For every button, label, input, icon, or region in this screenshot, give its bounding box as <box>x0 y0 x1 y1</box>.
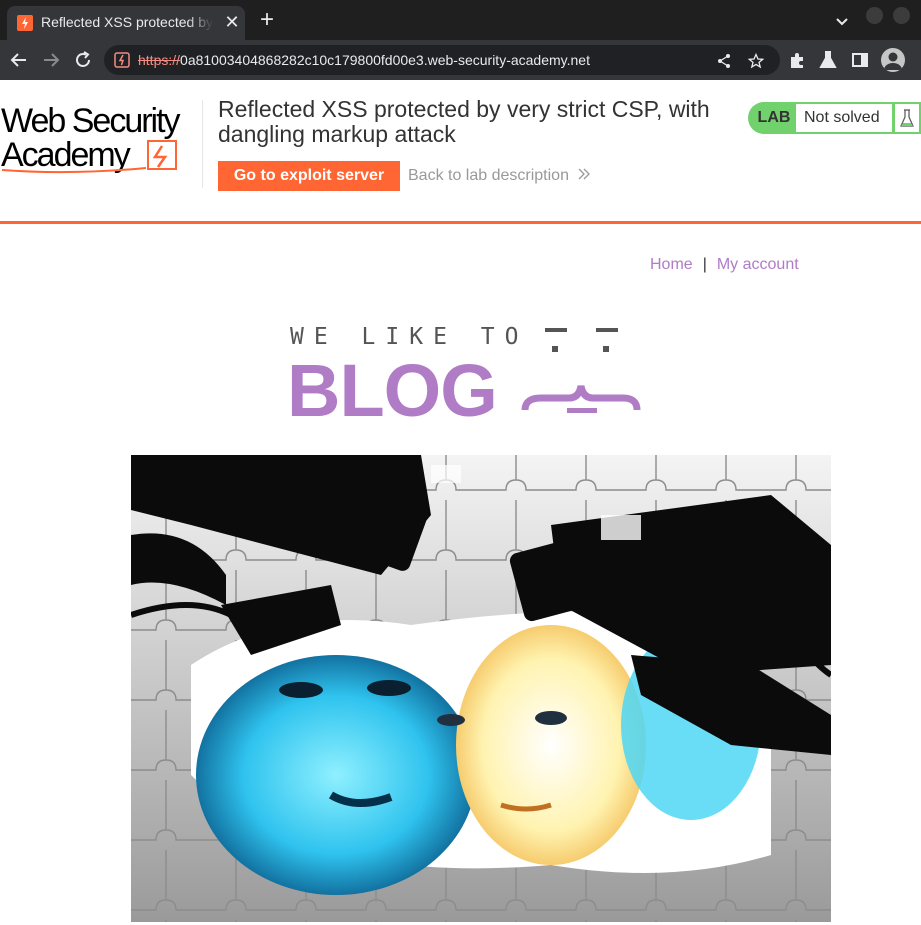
go-to-exploit-server-button[interactable]: Go to exploit server <box>218 161 400 191</box>
lab-flask-icon[interactable] <box>818 50 838 70</box>
back-to-lab-description-link[interactable]: Back to lab description <box>408 167 591 185</box>
blog-hero-image[interactable] <box>131 455 831 922</box>
my-account-link[interactable]: My account <box>717 256 799 273</box>
browser-tabstrip: Reflected XSS protected by very strict C… <box>0 0 921 40</box>
lab-status-text: Not solved <box>796 102 894 134</box>
tab-close-icon[interactable]: ✕ <box>223 13 241 31</box>
lab-header: Web Security Academy Reflected XSS prote… <box>0 80 921 224</box>
lab-status-widget: LAB Not solved <box>748 102 921 134</box>
side-panel-icon[interactable] <box>850 50 870 70</box>
flask-icon <box>894 102 921 134</box>
bookmark-star-icon[interactable] <box>748 53 764 69</box>
lightning-favicon-icon <box>17 15 33 31</box>
url-scheme: https:// <box>138 52 181 68</box>
extensions-puzzle-icon[interactable] <box>787 50 807 70</box>
double-chevron-right-icon <box>578 168 590 180</box>
back-link-label: Back to lab description <box>408 167 569 184</box>
logo-line1: Web Security <box>1 102 181 140</box>
forward-arrow-icon[interactable] <box>41 50 61 70</box>
url-host: 0a81003404868282c10c179800fd00e3.web-sec… <box>180 52 590 68</box>
we-like-to-blog-logo: WE LIKE TO BLOG <box>287 324 641 425</box>
url-text[interactable]: https://0a81003404868282c10c179800fd00e3… <box>138 52 590 68</box>
profile-avatar-icon[interactable] <box>881 48 905 72</box>
header-divider <box>202 100 203 188</box>
tab-title: Reflected XSS protected by very strict C… <box>41 14 213 30</box>
reload-icon[interactable] <box>73 50 93 70</box>
lab-title: Reflected XSS protected by very strict C… <box>218 96 710 147</box>
nav-separator: | <box>702 256 707 273</box>
web-security-academy-logo[interactable]: Web Security Academy <box>0 99 200 175</box>
top-navigation: Home | My account <box>650 256 799 274</box>
blog-word: BLOG <box>287 349 497 425</box>
browser-toolbar: https://0a81003404868282c10c179800fd00e3… <box>0 40 921 80</box>
back-arrow-icon[interactable] <box>9 50 29 70</box>
logo-line2: Academy <box>1 136 131 174</box>
lab-badge: LAB <box>748 102 800 134</box>
share-icon[interactable] <box>716 53 732 69</box>
window-minimize-button[interactable] <box>866 7 883 24</box>
window-maximize-button[interactable] <box>893 7 910 24</box>
blog-tagline: WE LIKE TO <box>290 324 528 350</box>
home-link[interactable]: Home <box>650 256 693 273</box>
new-tab-icon[interactable]: + <box>255 8 279 33</box>
chevron-down-icon[interactable] <box>832 11 852 31</box>
address-bar[interactable]: https://0a81003404868282c10c179800fd00e3… <box>104 45 780 75</box>
insecure-site-icon[interactable] <box>114 52 130 68</box>
browser-tab-active[interactable]: Reflected XSS protected by very strict C… <box>7 6 245 40</box>
